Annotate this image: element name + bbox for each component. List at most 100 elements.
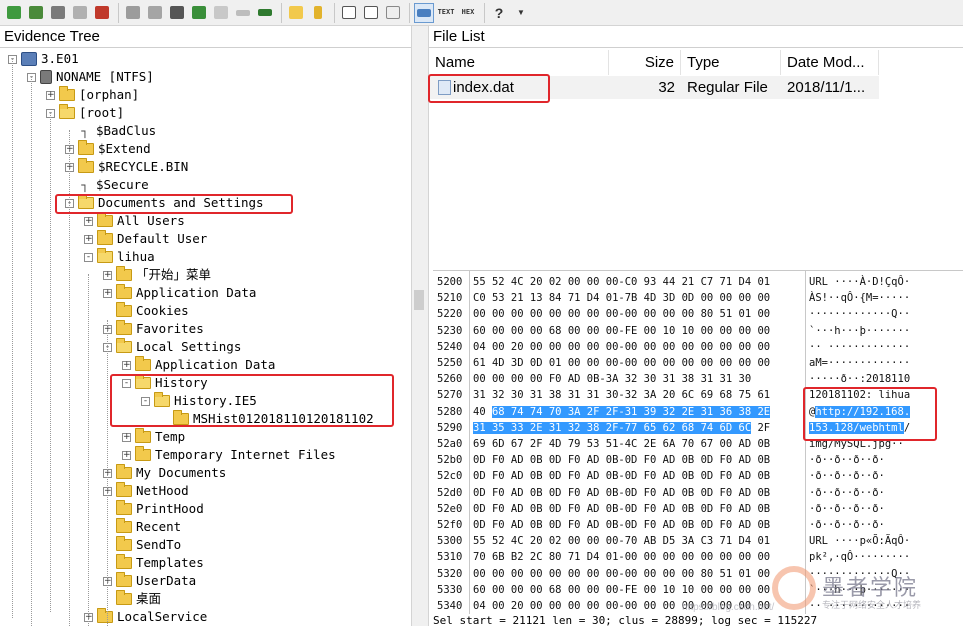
hex-row[interactable]: 5230 60 00 00 00 68 00 00 00-FE 00 10 10 … bbox=[433, 323, 963, 339]
tree-node-label: LocalService bbox=[117, 609, 208, 624]
expand-toggle-icon[interactable]: + bbox=[122, 360, 131, 370]
tree-node-label: Favorites bbox=[136, 321, 204, 336]
case-refresh-icon[interactable] bbox=[48, 3, 68, 23]
dropdown-icon[interactable]: ▼ bbox=[511, 3, 531, 23]
help-icon[interactable]: ? bbox=[489, 3, 509, 23]
doc-view-icon[interactable] bbox=[383, 3, 403, 23]
case-add-icon[interactable] bbox=[4, 3, 24, 23]
copy-icon[interactable] bbox=[189, 3, 209, 23]
hex-ascii: ·····ð­··:2018110 bbox=[809, 373, 911, 386]
save-disk-icon[interactable] bbox=[145, 3, 165, 23]
hex-offset: 52a0 bbox=[437, 438, 463, 450]
evidence-tree[interactable]: -3.E01- NONAME [NTFS] + [orphan] - [root] ┐ $Ba… bbox=[0, 48, 411, 626]
annotation-box-history bbox=[110, 374, 394, 427]
tree-guide-line bbox=[107, 320, 108, 626]
text-view-icon[interactable]: TEXT bbox=[436, 3, 456, 23]
tree-node[interactable]: + Application Data bbox=[122, 356, 275, 374]
hex-row[interactable]: 52e0 0D F0 AD 0B 0D F0 AD 0B-0D F0 AD 0B … bbox=[433, 501, 963, 517]
tree-node[interactable]: + $RECYCLE.BIN bbox=[65, 158, 188, 176]
key-icon[interactable] bbox=[308, 3, 328, 23]
tree-node[interactable]: + [orphan] bbox=[46, 86, 139, 104]
tree-node-label: [root] bbox=[79, 105, 125, 120]
tree-node[interactable]: ┐ $BadClus bbox=[65, 122, 156, 140]
hex-bytes: 70 6B B2 2C 80 71 D4 01-00 00 00 00 00 0… bbox=[473, 551, 771, 564]
hex-row[interactable]: 52f0 0D F0 AD 0B 0D F0 AD 0B-0D F0 AD 0B … bbox=[433, 517, 963, 533]
tree-node[interactable]: - Local Settings bbox=[103, 338, 241, 356]
tree-node[interactable]: ┐ $Secure bbox=[65, 176, 149, 194]
hex-row[interactable]: 52d0 0D F0 AD 0B 0D F0 AD 0B-0D F0 AD 0B … bbox=[433, 485, 963, 501]
hex-row[interactable]: 5220 00 00 00 00 00 00 00 00-00 00 00 00 … bbox=[433, 306, 963, 322]
hex-row[interactable]: 5200 55 52 4C 20 02 00 00 00-C0 93 44 21 … bbox=[433, 274, 963, 290]
tree-node[interactable]: + My Documents bbox=[103, 464, 226, 482]
folder-key-icon[interactable] bbox=[286, 3, 306, 23]
file-date: 2018/11/1... bbox=[787, 79, 866, 96]
tree-node[interactable]: -3.E01 bbox=[8, 50, 79, 68]
expand-toggle-icon[interactable]: + bbox=[46, 90, 55, 100]
tree-node-label: $BadClus bbox=[96, 123, 157, 138]
hex-row[interactable]: 5310 70 6B B2 2C 80 71 D4 01-00 00 00 00 … bbox=[433, 549, 963, 565]
tree-node[interactable]: - [root] bbox=[46, 104, 124, 122]
tree-node[interactable]: + LocalService bbox=[84, 608, 207, 626]
expand-toggle-icon[interactable]: + bbox=[122, 432, 131, 442]
hex-row[interactable]: 5300 55 52 4C 20 02 00 00 00-70 AB D5 3A … bbox=[433, 533, 963, 549]
tree-node[interactable]: + 「开始」菜单 bbox=[103, 266, 211, 284]
case-print-icon[interactable] bbox=[70, 3, 90, 23]
hex-view-icon[interactable]: HEX bbox=[458, 3, 478, 23]
case-open-icon[interactable] bbox=[26, 3, 46, 23]
hex-row[interactable]: 5240 04 00 20 00 00 00 00 00-00 00 00 00 … bbox=[433, 339, 963, 355]
tree-node[interactable]: PrintHood bbox=[103, 500, 204, 518]
folder-icon bbox=[116, 482, 132, 497]
hex-row[interactable]: 5250 61 4D 3D 0D 01 00 00 00-00 00 00 00 … bbox=[433, 355, 963, 371]
new-doc-icon[interactable] bbox=[339, 3, 359, 23]
doc-icon[interactable] bbox=[361, 3, 381, 23]
file-type: Regular File bbox=[687, 79, 768, 96]
tree-node[interactable]: + All Users bbox=[84, 212, 185, 230]
hex-row[interactable]: 5210 C0 53 21 13 84 71 D4 01-7B 4D 3D 0D … bbox=[433, 290, 963, 306]
tree-node[interactable]: + UserData bbox=[103, 572, 196, 590]
expand-toggle-icon[interactable]: + bbox=[122, 450, 131, 460]
splitter-grip[interactable] bbox=[414, 290, 424, 310]
drive-icon[interactable] bbox=[233, 3, 253, 23]
column-size[interactable]: Size bbox=[609, 50, 681, 75]
hex-row[interactable]: 5260 00 00 00 00 F0 AD 0B-3A 32 30 31 38 … bbox=[433, 371, 963, 387]
hex-row[interactable]: 52c0 0D F0 AD 0B 0D F0 AD 0B-0D F0 AD 0B … bbox=[433, 468, 963, 484]
tree-node[interactable]: + Temporary Internet Files bbox=[122, 446, 336, 464]
collapse-toggle-icon[interactable]: - bbox=[84, 252, 93, 262]
tree-node[interactable]: - lihua bbox=[84, 248, 155, 266]
hex-ascii: ·ð­··ð­··ð­··ð­· bbox=[809, 454, 885, 467]
print-icon[interactable] bbox=[211, 3, 231, 23]
expand-toggle-icon[interactable]: + bbox=[103, 270, 112, 280]
tree-node[interactable]: + NetHood bbox=[103, 482, 189, 500]
tree-node[interactable]: + $Extend bbox=[65, 140, 151, 158]
save-icon[interactable] bbox=[123, 3, 143, 23]
tree-node[interactable]: 桌面 bbox=[103, 590, 161, 608]
battery-icon[interactable] bbox=[255, 3, 275, 23]
hex-row[interactable]: 52b0 0D F0 AD 0B 0D F0 AD 0B-0D F0 AD 0B … bbox=[433, 452, 963, 468]
tree-node[interactable]: Recent bbox=[103, 518, 181, 536]
tree-node[interactable]: Templates bbox=[103, 554, 204, 572]
column-name[interactable]: Name bbox=[429, 50, 609, 75]
folder-icon bbox=[116, 302, 132, 317]
pane-splitter[interactable] bbox=[411, 26, 429, 626]
tree-node[interactable]: + Application Data bbox=[103, 284, 256, 302]
expand-toggle-icon[interactable]: + bbox=[84, 216, 93, 226]
search-icon[interactable] bbox=[414, 2, 434, 23]
column-date-modified[interactable]: Date Mod... bbox=[781, 50, 879, 75]
tree-node[interactable]: + Default User bbox=[84, 230, 207, 248]
tree-node[interactable]: Cookies bbox=[103, 302, 189, 320]
tree-node-label: UserData bbox=[136, 573, 197, 588]
expand-toggle-icon[interactable]: + bbox=[84, 234, 93, 244]
tree-node-label: My Documents bbox=[136, 465, 227, 480]
tree-node[interactable]: SendTo bbox=[103, 536, 181, 554]
expand-toggle-icon[interactable]: + bbox=[103, 288, 112, 298]
watermark: 墨者学院 专注于网络安全人才培养 https://blog.csdn.net/ bbox=[682, 566, 963, 626]
case-close-icon[interactable] bbox=[92, 3, 112, 23]
export-icon[interactable] bbox=[167, 3, 187, 23]
tree-node[interactable]: + Favorites bbox=[103, 320, 204, 338]
tree-node[interactable]: + Temp bbox=[122, 428, 185, 446]
folder-icon bbox=[116, 554, 132, 569]
hex-selection: 31 35 33 2E 31 32 38 2F-77 65 62 68 74 6… bbox=[473, 421, 752, 434]
tree-node[interactable]: - NONAME [NTFS] bbox=[27, 68, 154, 86]
column-type[interactable]: Type bbox=[681, 50, 781, 75]
watermark-logo bbox=[772, 566, 816, 610]
